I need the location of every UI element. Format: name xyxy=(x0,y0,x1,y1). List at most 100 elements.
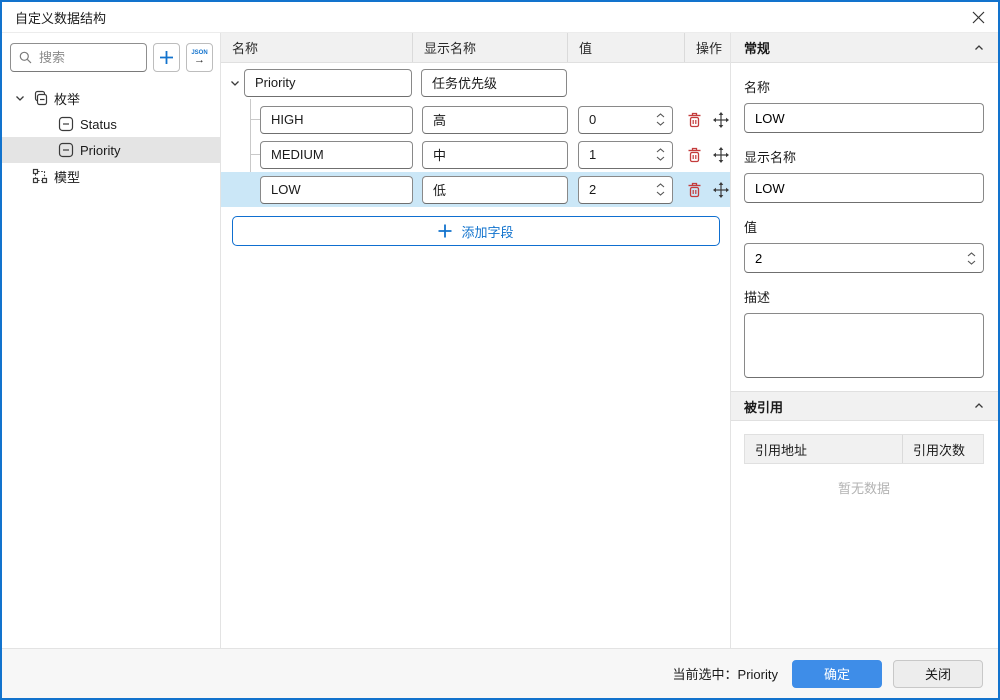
row-actions xyxy=(685,111,730,129)
fields-panel: 名称 显示名称 值 操作 Priority 任务优先级 HIGH 高 0 MED… xyxy=(221,33,731,648)
sidebar-item-label: 枚举 xyxy=(54,91,81,107)
close-button[interactable]: 关闭 xyxy=(893,659,983,688)
close-icon xyxy=(972,11,985,24)
table-header: 名称 显示名称 值 操作 xyxy=(221,33,730,63)
general-section-content: 名称 显示名称 值 描述 xyxy=(731,63,998,391)
empty-state-text: 暂无数据 xyxy=(837,481,890,496)
window-title: 自定义数据结构 xyxy=(15,10,107,26)
spinner-up-icon[interactable] xyxy=(967,251,976,257)
sidebar-item-label: Status xyxy=(80,116,117,132)
spinner-up-icon[interactable] xyxy=(656,113,665,118)
field-value-spinbox xyxy=(578,175,673,204)
chevron-down-icon[interactable] xyxy=(228,77,242,89)
references-table: 引用地址 引用次数 暂无数据 xyxy=(744,434,984,497)
table-row[interactable] xyxy=(221,102,730,137)
add-structure-button[interactable] xyxy=(153,43,180,72)
spinner-up-icon[interactable] xyxy=(656,183,665,188)
sidebar-toolbar: JSON → xyxy=(2,43,220,72)
description-field[interactable] xyxy=(744,313,984,378)
field-value-spinbox xyxy=(578,105,673,134)
spinner-arrows xyxy=(656,141,665,169)
general-section-header[interactable]: 常规 xyxy=(731,33,998,63)
sidebar-item-model[interactable]: 模型 xyxy=(2,163,220,189)
column-header-ref-count: 引用次数 xyxy=(913,442,966,458)
column-header-name: 名称 xyxy=(221,33,413,62)
field-display-name-input[interactable] xyxy=(422,140,568,169)
field-value-spinbox xyxy=(578,140,673,169)
ok-button[interactable]: 确定 xyxy=(792,659,882,688)
move-row-handle[interactable] xyxy=(712,146,730,164)
name-field[interactable] xyxy=(744,103,984,133)
spinner-down-icon[interactable] xyxy=(656,156,665,161)
value-field[interactable] xyxy=(744,243,984,273)
general-section-title: 常规 xyxy=(744,41,771,56)
field-name-input[interactable] xyxy=(260,140,413,169)
referenced-section-title: 被引用 xyxy=(744,399,784,415)
sidebar-item-label: Priority xyxy=(80,142,121,158)
move-icon xyxy=(713,181,729,198)
structure-tree: 枚举 Status Priority 模型 xyxy=(2,85,220,189)
column-header-display-name: 显示名称 xyxy=(413,33,568,62)
value-field-label: 值 xyxy=(744,220,758,235)
row-actions xyxy=(685,181,730,199)
enum-rows xyxy=(221,63,730,207)
enum-display-name-input[interactable] xyxy=(421,68,567,97)
search-input[interactable] xyxy=(39,50,138,65)
model-icon xyxy=(32,168,48,184)
field-name-input[interactable] xyxy=(260,175,413,204)
sidebar: JSON → 枚举 Stat xyxy=(2,33,221,648)
spinner-arrows xyxy=(656,176,665,204)
delete-row-button[interactable] xyxy=(685,146,703,164)
move-row-handle[interactable] xyxy=(712,111,730,129)
sidebar-item-priority[interactable]: Priority xyxy=(2,137,220,163)
move-icon xyxy=(713,146,729,163)
display-name-field-label: 显示名称 xyxy=(744,150,797,165)
sidebar-item-label: 模型 xyxy=(54,169,81,185)
table-row-selected[interactable] xyxy=(221,172,730,207)
name-field-label: 名称 xyxy=(744,80,771,95)
title-bar: 自定义数据结构 xyxy=(2,2,998,33)
row-actions xyxy=(685,146,730,164)
table-row[interactable] xyxy=(221,137,730,172)
json-export-button[interactable]: JSON → xyxy=(186,43,213,72)
sidebar-item-status[interactable]: Status xyxy=(2,111,220,137)
chevron-down-icon[interactable] xyxy=(14,92,26,104)
properties-panel: 常规 名称 显示名称 值 描述 xyxy=(731,33,998,648)
add-field-button[interactable]: 添加字段 xyxy=(232,216,720,246)
delete-row-button[interactable] xyxy=(685,181,703,199)
plus-icon xyxy=(438,224,452,238)
delete-row-button[interactable] xyxy=(685,111,703,129)
window-close-button[interactable] xyxy=(958,2,998,32)
table-row-parent[interactable] xyxy=(221,63,730,102)
spinner-down-icon[interactable] xyxy=(656,191,665,196)
field-name-input[interactable] xyxy=(260,105,413,134)
arrow-right-icon: → xyxy=(194,54,205,66)
enum-name-input[interactable] xyxy=(244,68,412,97)
enum-group-icon xyxy=(32,90,48,106)
plus-icon xyxy=(159,50,174,65)
description-field-label: 描述 xyxy=(744,290,771,305)
column-header-actions: 操作 xyxy=(696,41,723,56)
trash-icon xyxy=(688,182,700,197)
chevron-up-icon[interactable] xyxy=(973,400,985,412)
trash-icon xyxy=(688,112,700,127)
move-row-handle[interactable] xyxy=(712,181,730,199)
enum-item-icon xyxy=(58,142,74,158)
spinner-up-icon[interactable] xyxy=(656,148,665,153)
column-header-ref-address: 引用地址 xyxy=(745,435,903,463)
dialog-footer: 当前选中：Priority 确定 关闭 xyxy=(2,648,998,698)
trash-icon xyxy=(688,147,700,162)
sidebar-item-enum[interactable]: 枚举 xyxy=(2,85,220,111)
spinner-arrows xyxy=(967,243,976,273)
referenced-section-header[interactable]: 被引用 xyxy=(731,391,998,421)
move-icon xyxy=(713,111,729,128)
display-name-field[interactable] xyxy=(744,173,984,203)
spinner-down-icon[interactable] xyxy=(967,260,976,265)
field-display-name-input[interactable] xyxy=(422,105,568,134)
field-display-name-input[interactable] xyxy=(422,175,568,204)
spinner-arrows xyxy=(656,106,665,134)
dialog-body: JSON → 枚举 Stat xyxy=(2,33,998,648)
search-box xyxy=(10,43,147,72)
chevron-up-icon[interactable] xyxy=(973,42,985,54)
spinner-down-icon[interactable] xyxy=(656,121,665,126)
